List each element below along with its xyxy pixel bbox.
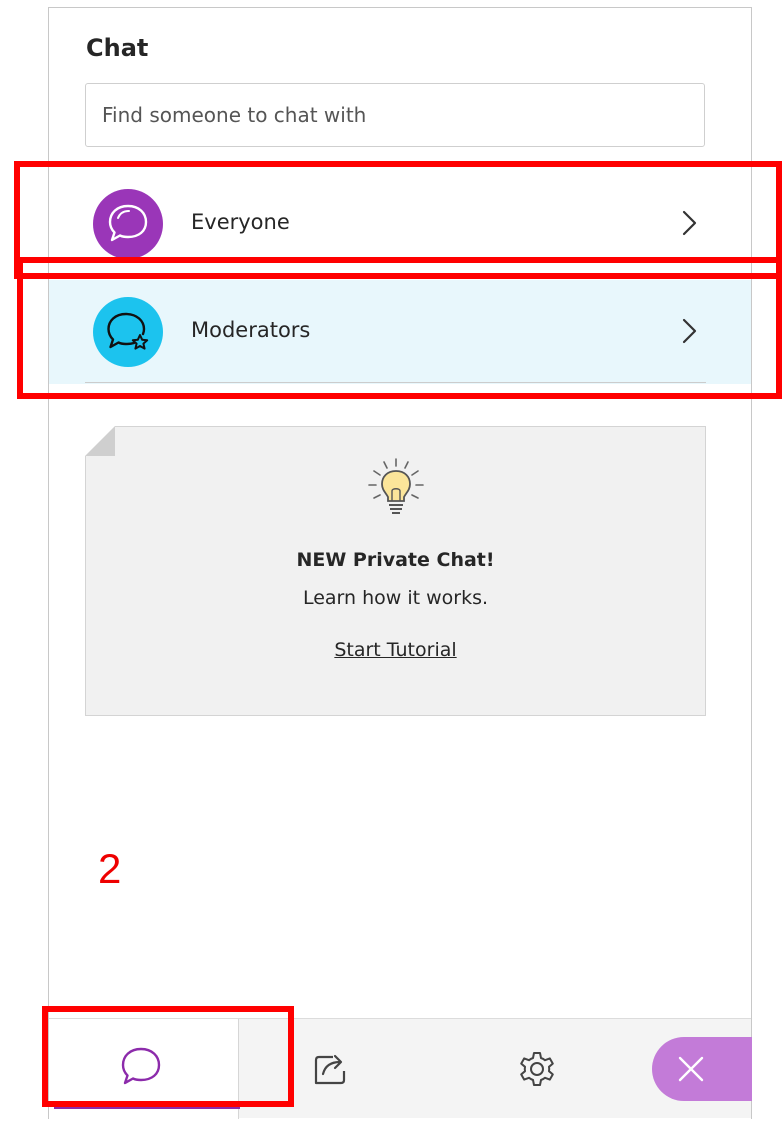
panel-title: Chat <box>86 34 149 62</box>
tutorial-card: NEW Private Chat! Learn how it works. St… <box>85 426 706 716</box>
everyone-avatar <box>93 189 163 259</box>
active-tab-indicator <box>54 1103 240 1109</box>
chat-row-label: Everyone <box>191 210 290 234</box>
share-content-button[interactable] <box>305 1043 357 1095</box>
lightbulb-icon <box>368 458 424 514</box>
chevron-right-icon <box>682 318 697 344</box>
chat-row-everyone[interactable]: Everyone <box>49 172 751 276</box>
page-fold <box>85 426 115 456</box>
start-tutorial-link[interactable]: Start Tutorial <box>86 639 705 661</box>
gear-icon <box>520 1052 554 1086</box>
chat-bubble-icon <box>121 1047 161 1085</box>
tip-subtitle: Learn how it works. <box>302 587 489 609</box>
close-icon <box>678 1056 704 1082</box>
moderators-avatar <box>93 297 163 367</box>
chat-bubble-star-icon <box>107 312 149 350</box>
bottom-toolbar <box>49 1018 752 1119</box>
close-panel-button[interactable] <box>652 1037 752 1101</box>
chat-bubble-icon <box>108 204 148 242</box>
tip-title: NEW Private Chat! <box>296 549 495 571</box>
search-input[interactable] <box>85 83 705 147</box>
chat-tab[interactable] <box>49 1019 240 1119</box>
row-divider <box>85 382 706 383</box>
share-content-icon <box>314 1054 346 1085</box>
chevron-right-icon <box>682 210 697 236</box>
chat-row-moderators[interactable]: Moderators <box>49 280 751 384</box>
chat-row-label: Moderators <box>191 318 311 342</box>
settings-button[interactable] <box>511 1043 563 1095</box>
step-number: 2 <box>98 845 122 892</box>
